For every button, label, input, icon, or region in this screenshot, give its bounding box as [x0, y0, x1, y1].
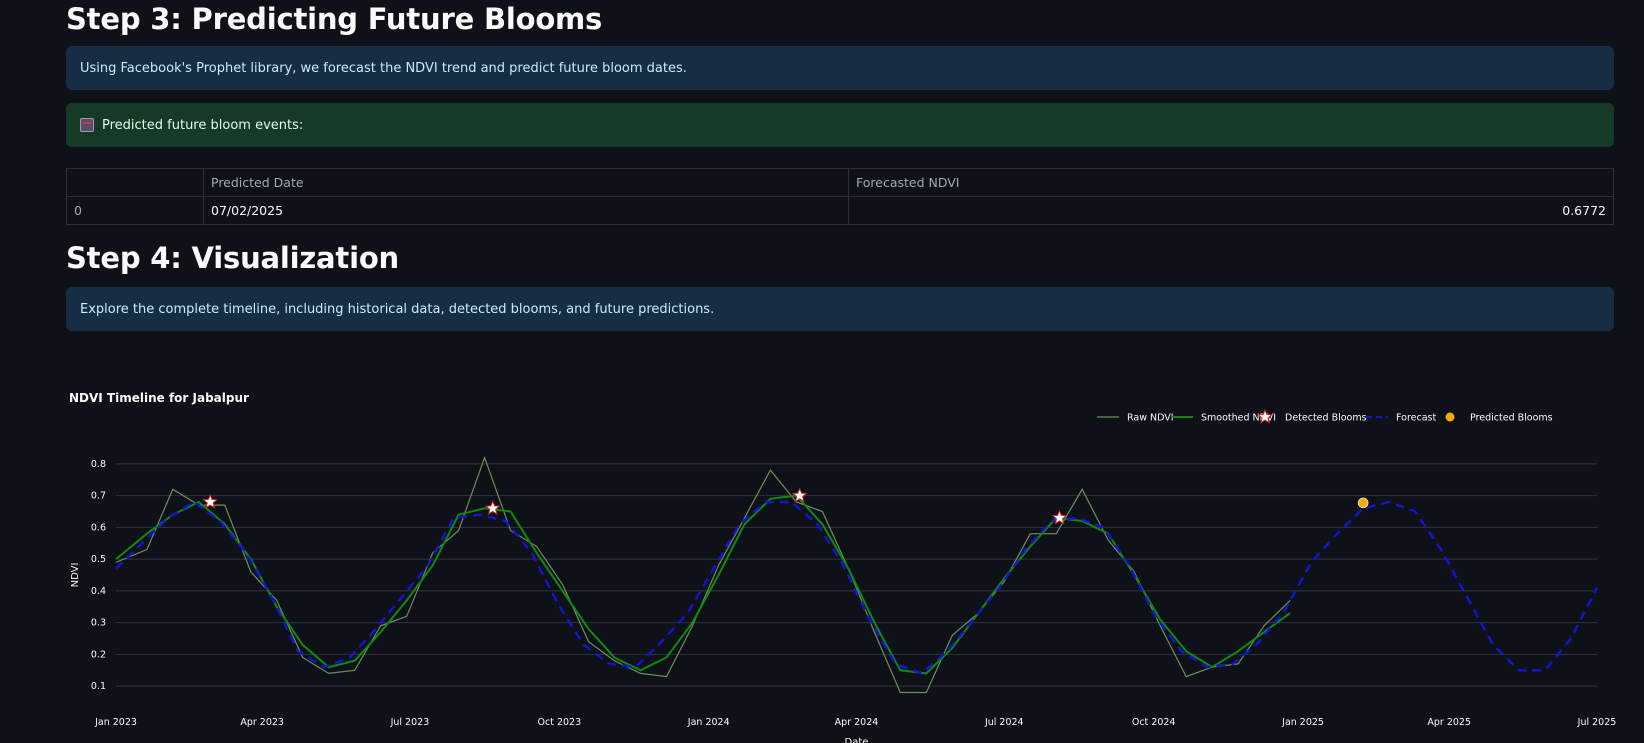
x-tick-label: Apr 2023 — [240, 717, 284, 728]
y-tick-label: 0.3 — [91, 618, 106, 629]
legend-predicted-blooms-swatch — [1445, 412, 1455, 422]
x-tick-label: Jan 2025 — [1281, 717, 1324, 728]
y-tick-label: 0.8 — [91, 459, 106, 470]
legend-forecast-label[interactable]: Forecast — [1396, 413, 1436, 424]
x-tick-label: Oct 2024 — [1132, 717, 1176, 728]
y-tick-label: 0.5 — [91, 554, 106, 565]
x-tick-label: Oct 2023 — [538, 717, 582, 728]
x-tick-label: Jul 2025 — [1577, 717, 1617, 728]
x-tick-label: Apr 2024 — [835, 717, 879, 728]
legend-raw-ndvi-label[interactable]: Raw NDVI — [1127, 413, 1174, 424]
y-tick-label: 0.4 — [91, 586, 106, 597]
x-tick-label: Jul 2024 — [984, 717, 1024, 728]
ndvi-timeline-chart[interactable]: 0.1 0.2 0.3 0.4 0.5 0.6 0.7 0.8 Jan 2023 Apr 2023… — [0, 0, 1644, 743]
y-axis-label: NDVI — [70, 563, 81, 588]
detected-bloom-marker[interactable] — [202, 493, 219, 509]
x-tick-label: Jan 2023 — [94, 717, 137, 728]
legend-detected-blooms-label[interactable]: Detected Blooms — [1285, 413, 1367, 424]
predicted-bloom-marker[interactable] — [1357, 497, 1369, 509]
x-tick-label: Jan 2024 — [687, 717, 730, 728]
x-tick-label: Jul 2023 — [390, 717, 430, 728]
y-tick-label: 0.2 — [91, 649, 106, 660]
y-tick-label: 0.7 — [91, 491, 106, 502]
x-axis-label: Date — [845, 737, 869, 743]
y-tick-label: 0.6 — [91, 522, 106, 533]
legend-predicted-blooms-label[interactable]: Predicted Blooms — [1470, 413, 1553, 424]
x-tick-label: Apr 2025 — [1427, 717, 1471, 728]
raw-ndvi-line — [115, 455, 1291, 694]
detected-bloom-marker[interactable] — [484, 499, 501, 516]
y-tick-label: 0.1 — [91, 681, 106, 692]
